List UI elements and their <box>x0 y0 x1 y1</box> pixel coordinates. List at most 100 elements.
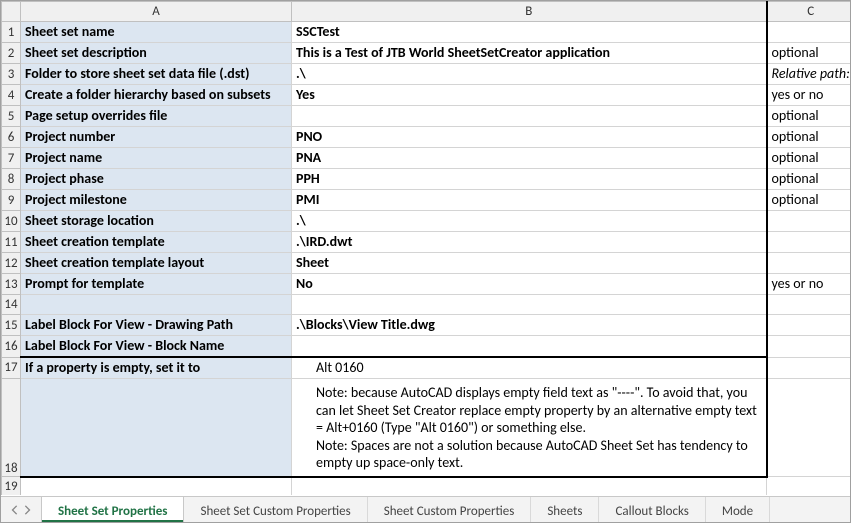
cell-C18[interactable] <box>767 379 851 477</box>
cell-B10[interactable]: .\ <box>292 211 767 232</box>
property-value: This is a Test of JTB World SheetSetCrea… <box>292 43 766 63</box>
cell-B2[interactable]: This is a Test of JTB World SheetSetCrea… <box>292 43 767 64</box>
cell-C3[interactable]: Relative path: <box>767 64 851 85</box>
cell-C4[interactable]: yes or no <box>767 85 851 106</box>
cell-A4[interactable]: Create a folder hierarchy based on subse… <box>21 85 292 106</box>
cell-C11[interactable] <box>767 232 851 253</box>
cell-B9[interactable]: PMI <box>292 190 767 211</box>
cell-A6[interactable]: Project number <box>21 127 292 148</box>
cell-C2[interactable]: optional <box>767 43 851 64</box>
row-header-9[interactable]: 9 <box>2 190 21 211</box>
tab-prev-icon[interactable] <box>11 505 19 515</box>
row-header-3[interactable]: 3 <box>2 64 21 85</box>
cell-B8[interactable]: PPH <box>292 169 767 190</box>
cell-C17[interactable] <box>767 357 851 379</box>
cell-C16[interactable] <box>767 336 851 358</box>
cell-B11[interactable]: .\IRD.dwt <box>292 232 767 253</box>
tab-sheet-set-custom-properties[interactable]: Sheet Set Custom Properties <box>184 497 367 522</box>
tab-callout-blocks[interactable]: Callout Blocks <box>599 497 705 522</box>
row-header-8[interactable]: 8 <box>2 169 21 190</box>
cell-B16[interactable] <box>292 336 767 358</box>
table-row: 17If a property is empty, set it toAlt 0… <box>2 357 851 379</box>
cell-B1[interactable]: SSCTest <box>292 22 767 43</box>
cell-A12[interactable]: Sheet creation template layout <box>21 253 292 274</box>
cell-B17[interactable]: Alt 0160 <box>292 357 767 379</box>
row-header-11[interactable]: 11 <box>2 232 21 253</box>
row-header-2[interactable]: 2 <box>2 43 21 64</box>
cell-C5[interactable]: optional <box>767 106 851 127</box>
property-hint: optional <box>768 190 851 210</box>
cell-A15[interactable]: Label Block For View - Drawing Path <box>21 315 292 336</box>
cell-B6[interactable]: PNO <box>292 127 767 148</box>
cell-B14[interactable] <box>292 295 767 315</box>
cell-A8[interactable]: Project phase <box>21 169 292 190</box>
cell-B18[interactable]: Note: because AutoCAD displays empty fie… <box>292 379 767 477</box>
cell-A9[interactable]: Project milestone <box>21 190 292 211</box>
row-header-6[interactable]: 6 <box>2 127 21 148</box>
cell-A19[interactable] <box>21 477 292 496</box>
cell-A1[interactable]: Sheet set name <box>21 22 292 43</box>
cell-B3[interactable]: .\ <box>292 64 767 85</box>
table-row: 19 <box>2 477 851 496</box>
cell-B12[interactable]: Sheet <box>292 253 767 274</box>
cell-C7[interactable]: optional <box>767 148 851 169</box>
property-hint: optional <box>768 43 851 63</box>
cell-C13[interactable]: yes or no <box>767 274 851 295</box>
cell-A14[interactable] <box>21 295 292 315</box>
tab-nav-buttons[interactable] <box>1 497 41 522</box>
select-all-corner[interactable] <box>2 2 21 22</box>
row-header-1[interactable]: 1 <box>2 22 21 43</box>
cell-B15[interactable]: .\Blocks\View Title.dwg <box>292 315 767 336</box>
col-header-B[interactable]: B <box>292 2 767 22</box>
cell-C14[interactable] <box>767 295 851 315</box>
cell-C12[interactable] <box>767 253 851 274</box>
cell-C15[interactable] <box>767 315 851 336</box>
cell-C6[interactable]: optional <box>767 127 851 148</box>
row-header-7[interactable]: 7 <box>2 148 21 169</box>
cell-B19[interactable] <box>292 477 767 496</box>
cell-A18[interactable] <box>21 379 292 477</box>
cell-A16[interactable]: Label Block For View - Block Name <box>21 336 292 358</box>
cell-A5[interactable]: Page setup overrides file <box>21 106 292 127</box>
cell-C10[interactable] <box>767 211 851 232</box>
row-header-5[interactable]: 5 <box>2 106 21 127</box>
row-header-12[interactable]: 12 <box>2 253 21 274</box>
cell-B4[interactable]: Yes <box>292 85 767 106</box>
property-hint <box>768 367 851 369</box>
row-header-14[interactable]: 14 <box>2 295 21 315</box>
spreadsheet-window: A B C 1Sheet set nameSSCTest2Sheet set d… <box>0 0 851 523</box>
cell-C1[interactable] <box>767 22 851 43</box>
cell-B5[interactable] <box>292 106 767 127</box>
cell-A13[interactable]: Prompt for template <box>21 274 292 295</box>
cell-A11[interactable]: Sheet creation template <box>21 232 292 253</box>
row-header-17[interactable]: 17 <box>2 357 21 379</box>
cell-B13[interactable]: No <box>292 274 767 295</box>
cell-C19[interactable] <box>767 477 851 496</box>
row-header-10[interactable]: 10 <box>2 211 21 232</box>
table-row: 4Create a folder hierarchy based on subs… <box>2 85 851 106</box>
tab-sheet-set-properties[interactable]: Sheet Set Properties <box>41 497 184 522</box>
table-row: 9Project milestonePMIoptional <box>2 190 851 211</box>
row-header-15[interactable]: 15 <box>2 315 21 336</box>
col-header-A[interactable]: A <box>21 2 292 22</box>
tab-next-icon[interactable] <box>23 505 31 515</box>
row-header-4[interactable]: 4 <box>2 85 21 106</box>
cell-C9[interactable]: optional <box>767 190 851 211</box>
cell-A7[interactable]: Project name <box>21 148 292 169</box>
cell-A10[interactable]: Sheet storage location <box>21 211 292 232</box>
cell-A17[interactable]: If a property is empty, set it to <box>21 357 292 379</box>
cell-C8[interactable]: optional <box>767 169 851 190</box>
cell-B7[interactable]: PNA <box>292 148 767 169</box>
row-header-19[interactable]: 19 <box>2 477 21 496</box>
grid-area[interactable]: A B C 1Sheet set nameSSCTest2Sheet set d… <box>1 1 850 495</box>
row-header-18[interactable]: 18 <box>2 379 21 477</box>
table-row: 1Sheet set nameSSCTest <box>2 22 851 43</box>
row-header-13[interactable]: 13 <box>2 274 21 295</box>
cell-A2[interactable]: Sheet set description <box>21 43 292 64</box>
tab-sheets[interactable]: Sheets <box>531 497 599 522</box>
tab-sheet-custom-properties[interactable]: Sheet Custom Properties <box>368 497 532 522</box>
cell-A3[interactable]: Folder to store sheet set data file (.ds… <box>21 64 292 85</box>
col-header-C[interactable]: C <box>767 2 851 22</box>
row-header-16[interactable]: 16 <box>2 336 21 358</box>
tab-mode[interactable]: Mode <box>706 497 770 522</box>
